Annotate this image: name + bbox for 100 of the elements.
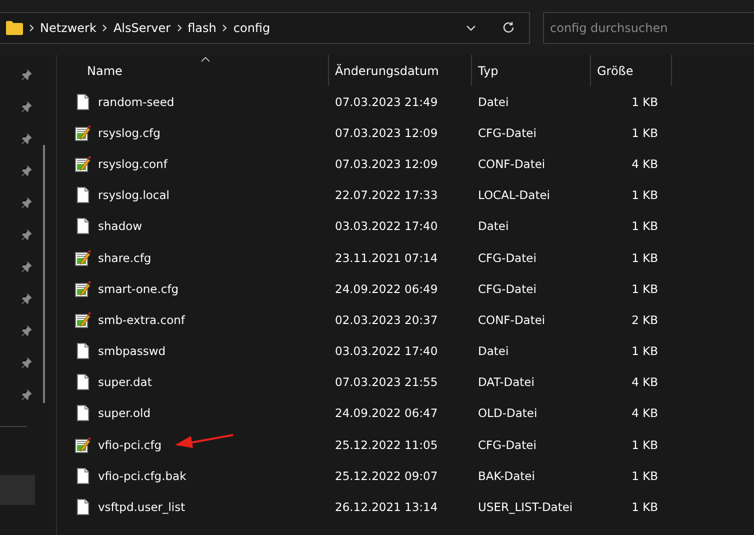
address-bar[interactable]: Netzwerk AlsServer flash config: [0, 12, 530, 44]
file-name[interactable]: smart-one.cfg: [98, 282, 179, 296]
document-icon: [77, 405, 89, 422]
type-cell-text: LOCAL-Datei: [477, 188, 551, 202]
document-icon: [77, 94, 89, 110]
type-cell-text: CFG-Datei: [477, 126, 538, 140]
size-cell-text: 1 KB: [630, 188, 659, 202]
chevron-icon: [102, 24, 108, 32]
size-cell-text: 2 KB: [630, 312, 659, 327]
notepad-icon: [75, 436, 91, 453]
notepad-icon: [75, 280, 91, 297]
size-cell-text: 1 KB: [630, 94, 659, 109]
date-cell-text: 07.03.2023 21:55: [334, 375, 439, 390]
size-cell-text: 1 KB: [630, 468, 659, 483]
file-name[interactable]: random-seed: [98, 94, 174, 109]
document-icon: [77, 499, 89, 516]
date-cell-text: 25.12.2022 09:07: [334, 468, 439, 483]
date-cell-text: 24.09.2022 06:49: [334, 282, 439, 296]
size-cell-text: 4 KB: [630, 156, 659, 171]
size-cell-text: 1 KB: [630, 500, 659, 514]
file-name[interactable]: rsyslog.cfg: [98, 126, 160, 140]
pin-icon[interactable]: [20, 293, 32, 304]
pin-icon[interactable]: [20, 357, 32, 368]
date-cell-text: 22.07.2022 17:33: [334, 188, 439, 202]
file-name[interactable]: vsftpd.user_list: [98, 500, 186, 514]
size-cell-text: 1 KB: [630, 438, 659, 452]
type-cell-text: CFG-Datei: [477, 282, 538, 296]
type-cell-text: CFG-Datei: [477, 250, 538, 265]
column-header[interactable]: Typ: [472, 55, 591, 86]
pin-icon[interactable]: [20, 101, 32, 112]
type-cell-text: BAK-Datei: [477, 468, 536, 483]
date-cell-text: 03.03.2022 17:40: [334, 219, 439, 234]
folder-icon: [6, 20, 23, 34]
document-icon: [77, 468, 89, 484]
file-name[interactable]: super.old: [98, 406, 151, 420]
date-cell-text: 02.03.2023 20:37: [334, 312, 439, 327]
breadcrumb[interactable]: config: [233, 20, 270, 34]
date-cell-text: 03.03.2022 17:40: [334, 344, 439, 358]
pin-icon[interactable]: [20, 197, 32, 208]
type-cell-text: Datei: [477, 219, 510, 234]
pin-icon[interactable]: [20, 325, 32, 336]
refresh-icon[interactable]: [502, 21, 515, 34]
type-cell-text: USER_LIST-Datei: [477, 500, 574, 514]
size-cell-text: 4 KB: [630, 406, 659, 420]
type-cell-text: Datei: [477, 94, 510, 109]
notepad-icon: [75, 312, 91, 328]
breadcrumb[interactable]: flash: [188, 20, 216, 34]
size-cell-text: 1 KB: [630, 282, 659, 296]
document-icon: [77, 374, 89, 390]
type-cell-text: DAT-Datei: [477, 375, 536, 390]
notepad-icon: [75, 250, 91, 266]
file-name[interactable]: shadow: [98, 219, 142, 234]
size-cell-text: 1 KB: [630, 219, 659, 234]
chevron-icon: [222, 24, 228, 32]
file-name[interactable]: vfio-pci.cfg: [98, 438, 162, 452]
date-cell-text: 24.09.2022 06:47: [334, 406, 439, 420]
chevron-icon: [29, 24, 34, 32]
notepad-icon: [75, 124, 91, 141]
dropdown-icon[interactable]: [466, 24, 476, 30]
document-icon: [77, 187, 89, 204]
annotation-arrow: [175, 433, 235, 450]
column-header[interactable]: Größe: [591, 55, 672, 86]
notepad-icon: [75, 156, 91, 172]
type-cell-text: CONF-Datei: [477, 156, 546, 171]
scrollbar[interactable]: [43, 145, 45, 403]
file-name[interactable]: smbpasswd: [98, 344, 166, 358]
pin-icon[interactable]: [20, 261, 32, 272]
column-header[interactable]: Name: [57, 55, 329, 86]
document-icon: [77, 218, 89, 234]
type-cell-text: CFG-Datei: [477, 438, 538, 452]
size-cell-text: 1 KB: [630, 126, 659, 140]
date-cell-text: 07.03.2023 12:09: [334, 156, 439, 171]
file-name[interactable]: super.dat: [98, 375, 152, 390]
pin-icon[interactable]: [20, 229, 32, 240]
type-cell-text: Datei: [477, 344, 510, 358]
size-cell-text: 4 KB: [630, 375, 659, 390]
size-cell-text: 1 KB: [630, 344, 659, 358]
search-field[interactable]: config durchsuchen: [543, 12, 754, 44]
file-name[interactable]: share.cfg: [98, 250, 152, 265]
type-cell-text: CONF-Datei: [477, 312, 546, 327]
date-cell-text: 23.11.2021 07:14: [334, 250, 439, 265]
date-cell-text: 07.03.2023 21:49: [334, 94, 439, 109]
date-cell-text: 25.12.2022 11:05: [334, 438, 439, 452]
breadcrumb[interactable]: AlsServer: [113, 20, 171, 34]
column-header[interactable]: Änderungsdatum: [329, 55, 472, 86]
pin-icon[interactable]: [20, 389, 32, 400]
document-icon: [77, 343, 89, 360]
file-name[interactable]: rsyslog.conf: [98, 156, 168, 171]
chevron-icon: [176, 24, 182, 32]
file-name[interactable]: rsyslog.local: [98, 188, 170, 202]
pin-icon[interactable]: [20, 133, 32, 144]
pin-icon[interactable]: [20, 69, 32, 80]
date-cell-text: 07.03.2023 12:09: [334, 126, 439, 140]
file-name[interactable]: vfio-pci.cfg.bak: [98, 468, 186, 483]
type-cell-text: OLD-Datei: [477, 406, 538, 420]
pin-icon[interactable]: [20, 165, 32, 176]
file-name[interactable]: smb-extra.conf: [98, 312, 185, 327]
breadcrumb[interactable]: Netzwerk: [40, 20, 96, 34]
date-cell-text: 26.12.2021 13:14: [334, 500, 439, 514]
size-cell-text: 1 KB: [630, 250, 659, 265]
